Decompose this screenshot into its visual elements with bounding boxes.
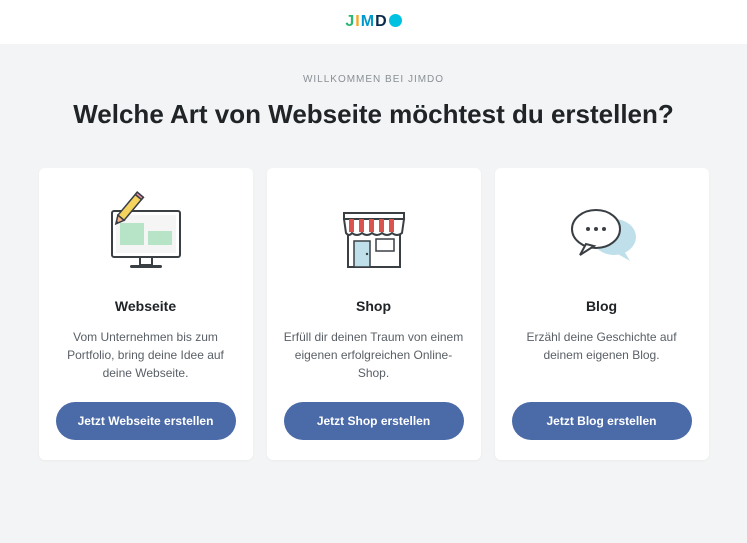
kicker-text: WILLKOMMEN BEI JIMDO: [36, 74, 711, 85]
shop-illustration: [324, 186, 424, 282]
card-shop: Shop Erfüll dir deinen Traum von einem e…: [267, 168, 481, 460]
card-blog: Blog Erzähl deine Geschichte auf deinem …: [495, 168, 709, 460]
card-shop-title: Shop: [356, 298, 391, 314]
header: JIMD: [0, 0, 747, 44]
card-blog-title: Blog: [586, 298, 617, 314]
card-website: Webseite Vom Unternehmen bis zum Portfol…: [39, 168, 253, 460]
card-row: Webseite Vom Unternehmen bis zum Portfol…: [36, 168, 711, 460]
card-website-title: Webseite: [115, 298, 176, 314]
card-blog-desc: Erzähl deine Geschichte auf deinem eigen…: [509, 328, 695, 382]
card-shop-desc: Erfüll dir deinen Traum von einem eigene…: [281, 328, 467, 382]
page-title: Welche Art von Webseite möchtest du erst…: [36, 99, 711, 130]
create-website-button[interactable]: Jetzt Webseite erstellen: [56, 402, 236, 440]
create-blog-button[interactable]: Jetzt Blog erstellen: [512, 402, 692, 440]
blog-illustration: [552, 186, 652, 282]
create-shop-button[interactable]: Jetzt Shop erstellen: [284, 402, 464, 440]
card-website-desc: Vom Unternehmen bis zum Portfolio, bring…: [53, 328, 239, 382]
website-illustration: [96, 186, 196, 282]
main: WILLKOMMEN BEI JIMDO Welche Art von Webs…: [0, 44, 747, 480]
brand-logo: JIMD: [345, 13, 401, 31]
